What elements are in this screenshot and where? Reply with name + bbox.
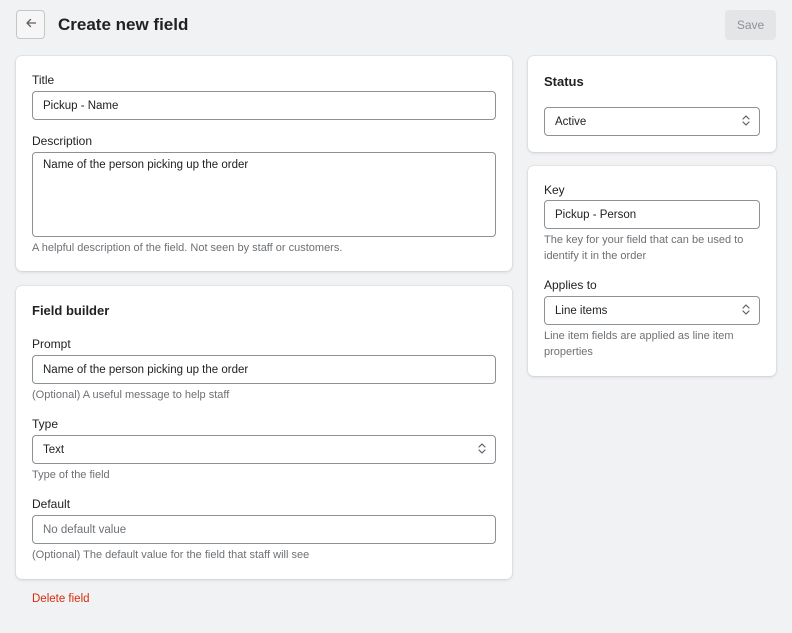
applies-to-select-value: Line items (555, 304, 608, 317)
status-heading: Status (544, 74, 584, 89)
applies-to-label: Applies to (544, 278, 597, 292)
title-label: Title (32, 73, 55, 87)
type-select-value: Text (43, 443, 65, 456)
back-button[interactable] (16, 10, 45, 39)
status-select[interactable]: Active (544, 107, 760, 136)
type-help: Type of the field (32, 469, 110, 481)
field-builder-heading: Field builder (32, 303, 110, 318)
title-input[interactable]: Pickup - Name (32, 91, 496, 120)
arrow-left-icon (25, 16, 37, 34)
type-select[interactable]: Text (32, 435, 496, 464)
field-builder-card: Field builder Prompt Name of the person … (16, 286, 512, 579)
prompt-label: Prompt (32, 337, 71, 351)
chevron-updown-icon (742, 303, 750, 318)
description-textarea[interactable]: Name of the person picking up the order (32, 152, 496, 237)
key-label: Key (544, 183, 565, 197)
default-label: Default (32, 497, 71, 511)
description-help: A helpful description of the field. Not … (32, 242, 343, 254)
key-card: Key Pickup - Person The key for your fie… (528, 166, 776, 376)
details-card: Title Pickup - Name Description Name of … (16, 56, 512, 271)
chevron-updown-icon (742, 114, 750, 129)
applies-to-help: Line item fields are applied as line ite… (544, 330, 734, 358)
prompt-help: (Optional) A useful message to help staf… (32, 389, 230, 401)
default-input[interactable]: No default value (32, 515, 496, 544)
save-button[interactable]: Save (725, 10, 776, 40)
page-header: Create new field Save (16, 10, 776, 40)
prompt-input[interactable]: Name of the person picking up the order (32, 355, 496, 384)
description-label: Description (32, 134, 93, 148)
default-help: (Optional) The default value for the fie… (32, 549, 310, 561)
page-title: Create new field (58, 15, 189, 34)
delete-field-link[interactable]: Delete field (32, 593, 90, 605)
key-input[interactable]: Pickup - Person (544, 200, 760, 229)
chevron-updown-icon (478, 442, 486, 457)
status-card: Status Active (528, 56, 776, 152)
type-label: Type (32, 417, 59, 431)
applies-to-select[interactable]: Line items (544, 296, 760, 325)
key-help: The key for your field that can be used … (544, 234, 744, 262)
status-select-value: Active (555, 115, 587, 128)
